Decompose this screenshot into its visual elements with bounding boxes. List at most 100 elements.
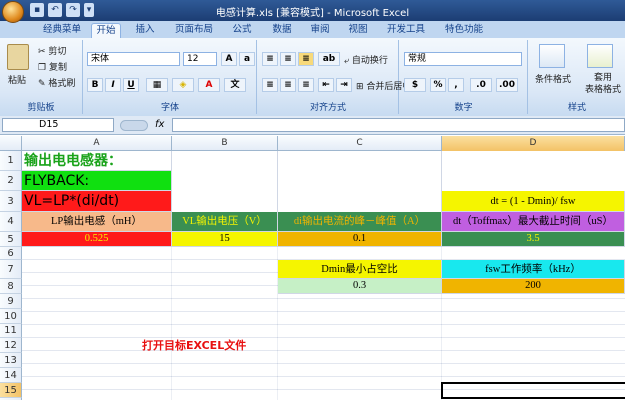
orientation-icon[interactable]: ab bbox=[318, 52, 340, 66]
cell-a3[interactable]: VL=LP*(di/dt) bbox=[22, 191, 172, 212]
alignment-group: ≡ ≡ ≡ ab ⤶ 自动换行 ≡ ≡ ≡ ⇤ ⇥ ⊞ 合并后居中 对齐方式 bbox=[258, 40, 411, 114]
shrink-font-icon[interactable]: a bbox=[239, 52, 255, 66]
cell-d3[interactable]: dt = (1 - Dmin)/ fsw bbox=[442, 191, 625, 212]
select-all-corner[interactable] bbox=[0, 136, 22, 151]
styles-group: 条件格式 套用 表格格式 样式 bbox=[529, 40, 625, 114]
tab-developer[interactable]: 开发工具 bbox=[382, 23, 430, 38]
office-button[interactable] bbox=[2, 1, 24, 23]
cell-d8[interactable]: 200 bbox=[442, 279, 625, 294]
align-left-icon[interactable]: ≡ bbox=[262, 78, 278, 92]
cell-a5[interactable]: 0.525 bbox=[22, 232, 172, 247]
cut-button[interactable]: ✂ 剪切 bbox=[38, 44, 66, 57]
tab-view[interactable]: 视图 bbox=[343, 23, 373, 38]
font-size-select[interactable]: 12 bbox=[183, 52, 217, 66]
selected-cell-d15[interactable] bbox=[441, 382, 625, 399]
row-header[interactable]: 15 bbox=[0, 383, 22, 398]
clipboard-group: 粘贴 ✂ 剪切 ❐ 复制 ✎ 格式刷 剪贴板 bbox=[0, 40, 83, 114]
wrap-text-button[interactable]: ⤶ 自动换行 bbox=[344, 53, 388, 66]
row-header[interactable]: 11 bbox=[0, 324, 22, 338]
decrease-decimal-icon[interactable]: .00 bbox=[496, 78, 518, 92]
cell-c7[interactable]: Dmin最小占空比 bbox=[278, 260, 442, 279]
cell-c8[interactable]: 0.3 bbox=[278, 279, 442, 294]
align-center-icon[interactable]: ≡ bbox=[280, 78, 296, 92]
ribbon: 粘贴 ✂ 剪切 ❐ 复制 ✎ 格式刷 剪贴板 宋体 12 A a B I U ▦… bbox=[0, 38, 625, 116]
row-header[interactable]: 9 bbox=[0, 294, 22, 309]
open-target-excel-link[interactable]: 打开目标EXCEL文件 bbox=[142, 338, 246, 353]
cut-label: 剪切 bbox=[48, 47, 67, 57]
tab-review[interactable]: 审阅 bbox=[305, 23, 335, 38]
bold-button[interactable]: B bbox=[87, 78, 103, 92]
italic-button[interactable]: I bbox=[105, 78, 121, 92]
title-bar: ▪ ↶ ↷ ▾ 电感计算.xls [兼容模式] - Microsoft Exce… bbox=[0, 0, 625, 23]
window-title: 电感计算.xls [兼容模式] - Microsoft Excel bbox=[215, 8, 410, 19]
comma-button[interactable]: , bbox=[448, 78, 464, 92]
fill-color-icon[interactable]: ◈ bbox=[172, 78, 194, 92]
phonetic-icon[interactable]: 文 bbox=[224, 78, 246, 92]
paste-button[interactable]: 粘贴 bbox=[8, 73, 26, 86]
cell-d5[interactable]: 3.5 bbox=[442, 232, 625, 247]
currency-icon[interactable]: $ bbox=[404, 78, 426, 92]
tab-page-layout[interactable]: 页面布局 bbox=[170, 23, 218, 38]
decrease-indent-icon[interactable]: ⇤ bbox=[318, 78, 334, 92]
underline-button[interactable]: U bbox=[123, 78, 139, 92]
column-header-b[interactable]: B bbox=[172, 136, 278, 151]
column-header-c[interactable]: C bbox=[278, 136, 442, 151]
align-top-icon[interactable]: ≡ bbox=[262, 52, 278, 66]
grow-font-icon[interactable]: A bbox=[221, 52, 237, 66]
row-header[interactable]: 5 bbox=[0, 232, 22, 247]
row-header[interactable]: 6 bbox=[0, 247, 22, 260]
row-header[interactable]: 14 bbox=[0, 368, 22, 383]
copy-icon: ❐ bbox=[38, 63, 47, 73]
cell-a1[interactable]: 输出电电感器： bbox=[22, 151, 172, 171]
font-color-icon[interactable]: A bbox=[198, 78, 220, 92]
conditional-format-button[interactable]: 条件格式 bbox=[535, 72, 571, 85]
copy-button[interactable]: ❐ 复制 bbox=[38, 60, 67, 73]
borders-icon[interactable]: ▦ bbox=[146, 78, 168, 92]
increase-decimal-icon[interactable]: .0 bbox=[470, 78, 492, 92]
tab-classic-menu[interactable]: 经典菜单 bbox=[38, 23, 86, 38]
font-name-select[interactable]: 宋体 bbox=[87, 52, 180, 66]
cell-a2[interactable]: FLYBACK: bbox=[22, 171, 172, 191]
table-format-button[interactable]: 套用 表格格式 bbox=[585, 72, 621, 96]
cell-b5[interactable]: 15 bbox=[172, 232, 278, 247]
formula-splitter-handle[interactable] bbox=[120, 120, 148, 131]
percent-button[interactable]: % bbox=[430, 78, 446, 92]
conditional-format-icon[interactable] bbox=[539, 44, 565, 68]
name-box[interactable]: D15 bbox=[2, 118, 114, 132]
row-header[interactable]: 10 bbox=[0, 309, 22, 324]
column-header-d[interactable]: D bbox=[442, 136, 625, 151]
cell-d7[interactable]: fsw工作频率（kHz） bbox=[442, 260, 625, 279]
tab-formulas[interactable]: 公式 bbox=[227, 23, 257, 38]
row-header[interactable]: 2 bbox=[0, 171, 22, 191]
format-painter-button[interactable]: ✎ 格式刷 bbox=[38, 76, 75, 89]
column-header-a[interactable]: A bbox=[22, 136, 172, 151]
row-header[interactable]: 12 bbox=[0, 338, 22, 353]
cell-c5[interactable]: 0.1 bbox=[278, 232, 442, 247]
cell-a4[interactable]: LP输出电感（mH） bbox=[22, 212, 172, 232]
number-format-select[interactable]: 常规 bbox=[404, 52, 522, 66]
increase-indent-icon[interactable]: ⇥ bbox=[336, 78, 352, 92]
table-format-icon[interactable] bbox=[587, 44, 613, 68]
tab-insert[interactable]: 插入 bbox=[130, 23, 160, 38]
tab-data[interactable]: 数据 bbox=[267, 23, 297, 38]
align-middle-icon[interactable]: ≡ bbox=[280, 52, 296, 66]
align-bottom-icon[interactable]: ≡ bbox=[298, 52, 314, 66]
fx-icon[interactable]: fx bbox=[155, 119, 164, 130]
formula-input[interactable] bbox=[172, 118, 625, 132]
row-header[interactable]: 8 bbox=[0, 279, 22, 294]
cell-c4[interactable]: di输出电流的峰－峰值（A） bbox=[278, 212, 442, 232]
row-header[interactable]: 3 bbox=[0, 191, 22, 212]
cell-d4[interactable]: dt（Toffmax）最大截止时间（uS） bbox=[442, 212, 625, 232]
row-header[interactable]: 1 bbox=[0, 151, 22, 171]
cell-b4[interactable]: VL输出电压（V） bbox=[172, 212, 278, 232]
align-right-icon[interactable]: ≡ bbox=[298, 78, 314, 92]
paste-icon[interactable] bbox=[7, 44, 29, 70]
row-header[interactable]: 13 bbox=[0, 353, 22, 368]
row-header[interactable]: 7 bbox=[0, 260, 22, 279]
tab-home[interactable]: 开始 bbox=[91, 23, 121, 38]
number-group-label: 数字 bbox=[454, 103, 473, 113]
formula-bar: D15 fx bbox=[0, 116, 625, 135]
copy-label: 复制 bbox=[48, 63, 67, 73]
row-header[interactable]: 4 bbox=[0, 212, 22, 232]
tab-special-features[interactable]: 特色功能 bbox=[440, 23, 488, 38]
